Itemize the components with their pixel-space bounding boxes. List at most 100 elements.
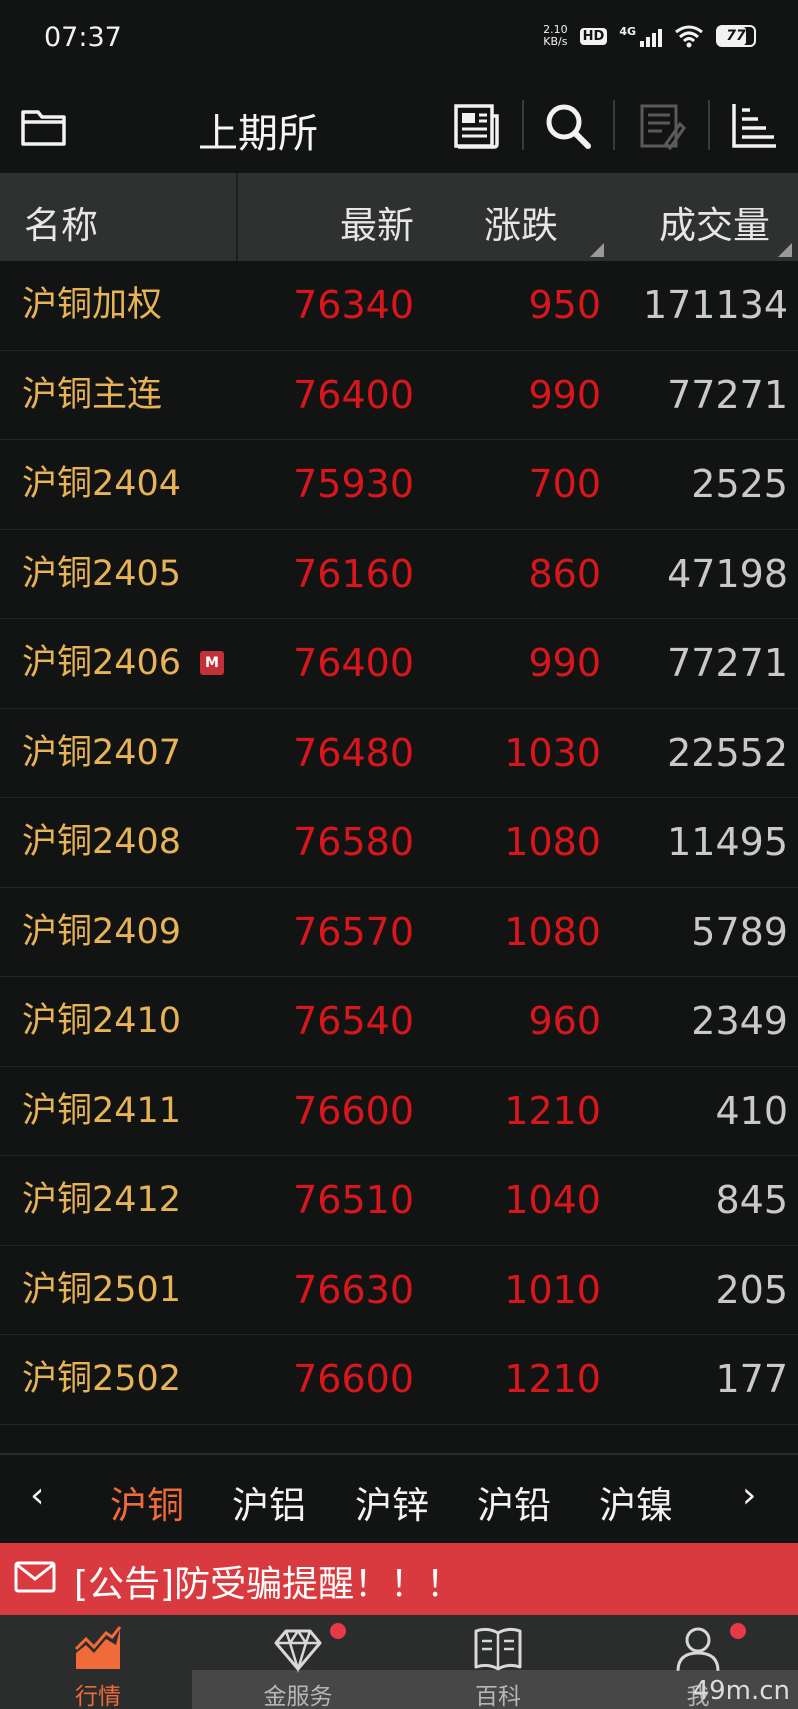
contract-name: 沪铜2502 xyxy=(22,1359,182,1399)
quote-row[interactable]: 沪铜2409 76570 1080 5789 xyxy=(0,887,798,977)
latest-price: 76480 xyxy=(293,730,414,775)
volume: 177 xyxy=(715,1357,788,1401)
column-header-volume[interactable]: 成交量 xyxy=(659,195,770,249)
price-change: 1210 xyxy=(504,1357,601,1401)
price-change: 1080 xyxy=(504,909,601,954)
contract-name: 沪铜2404 xyxy=(22,464,182,504)
commodity-tab-copper[interactable]: 沪铜 xyxy=(110,1475,184,1529)
search-icon[interactable] xyxy=(542,100,594,152)
contract-name: 沪铜2409 xyxy=(22,911,182,952)
quote-row[interactable]: 沪铜2404 75930 700 2525 xyxy=(0,440,798,530)
sort-list-icon[interactable] xyxy=(728,100,780,152)
status-indicators: 2.10 KB/s HD 4G 77 xyxy=(543,24,756,48)
latest-price: 75930 xyxy=(293,462,414,506)
user-icon xyxy=(676,1627,720,1672)
notification-dot xyxy=(330,1623,346,1639)
quote-list: 沪铜加权 76340 950 171134 沪铜主连 76400 990 772… xyxy=(0,261,798,1425)
quote-row[interactable]: 沪铜主连 76400 990 77271 xyxy=(0,350,798,440)
volume: 11495 xyxy=(667,820,788,864)
toolbar-divider xyxy=(522,100,524,150)
column-header-change[interactable]: 涨跌 xyxy=(484,195,558,249)
contract-name: 沪铜2406 xyxy=(22,643,182,683)
contract-name: 沪铜2411 xyxy=(22,1090,182,1131)
tab-market[interactable]: 行情 xyxy=(28,1623,168,1709)
quote-row[interactable]: 沪铜2502 76600 1210 177 xyxy=(0,1335,798,1425)
folder-icon[interactable] xyxy=(18,100,70,152)
price-change: 700 xyxy=(528,462,601,506)
column-header-latest[interactable]: 最新 xyxy=(340,195,414,249)
contract-name: 沪铜2405 xyxy=(22,553,182,594)
commodity-tab-nickel[interactable]: 沪镍 xyxy=(599,1475,673,1529)
quote-row[interactable]: 沪铜2410 76540 960 2349 xyxy=(0,977,798,1067)
price-change: 950 xyxy=(528,283,601,327)
net-speed-unit: KB/s xyxy=(543,35,568,48)
price-change: 1010 xyxy=(504,1267,601,1312)
chevron-left-icon[interactable]: ‹ xyxy=(30,1475,44,1516)
contract-name: 沪铜2407 xyxy=(22,732,182,773)
volume: 2349 xyxy=(691,999,788,1043)
battery-icon: 77 xyxy=(716,25,756,47)
volume: 845 xyxy=(715,1178,788,1222)
latest-price: 76340 xyxy=(293,283,414,327)
price-change: 1080 xyxy=(504,820,601,864)
latest-price: 76400 xyxy=(293,372,414,417)
toolbar-divider xyxy=(708,100,710,150)
commodity-tab-zinc[interactable]: 沪锌 xyxy=(355,1475,429,1529)
price-change: 1040 xyxy=(504,1178,601,1222)
commodity-tab-aluminum[interactable]: 沪铝 xyxy=(232,1475,306,1529)
market-chart-icon xyxy=(74,1626,122,1669)
price-change: 1030 xyxy=(504,730,601,775)
commodity-tab-lead[interactable]: 沪铅 xyxy=(477,1475,551,1529)
latest-price: 76540 xyxy=(293,999,414,1043)
volume: 171134 xyxy=(642,283,788,327)
volume: 47198 xyxy=(667,551,788,596)
volume: 77271 xyxy=(667,372,788,417)
sort-indicator-icon xyxy=(778,243,792,257)
volume: 77271 xyxy=(667,641,788,685)
news-icon[interactable] xyxy=(450,100,502,152)
notice-banner[interactable]: [公告]防受骗提醒！！！ xyxy=(0,1543,798,1615)
quote-row[interactable]: 沪铜2412 76510 1040 845 xyxy=(0,1156,798,1246)
contract-name: 沪铜2408 xyxy=(22,822,182,862)
edit-list-icon xyxy=(636,100,688,152)
latest-price: 76400 xyxy=(293,641,414,685)
chevron-right-icon[interactable]: › xyxy=(742,1475,756,1516)
quote-table-header: 名称 最新 涨跌 成交量 xyxy=(0,173,798,261)
net-speed: 2.10 KB/s xyxy=(543,24,568,48)
contract-name: 沪铜2412 xyxy=(22,1180,182,1220)
sort-indicator-icon xyxy=(590,243,604,257)
network-type: 4G xyxy=(619,25,636,38)
quote-row[interactable]: 沪铜2501 76630 1010 205 xyxy=(0,1245,798,1335)
volume: 22552 xyxy=(667,730,788,775)
status-bar: 07:37 2.10 KB/s HD 4G 77 xyxy=(0,0,798,78)
tab-label: 行情 xyxy=(75,1684,121,1709)
cellular-signal-icon: 4G xyxy=(619,25,662,47)
contract-name: 沪铜主连 xyxy=(22,374,163,415)
watermark: 49m.cn xyxy=(692,1676,790,1706)
column-header-name[interactable]: 名称 xyxy=(24,195,98,249)
toolbar-divider xyxy=(613,100,615,150)
volume: 2525 xyxy=(691,462,788,506)
hd-icon: HD xyxy=(579,27,608,45)
contract-name: 沪铜2410 xyxy=(22,1001,182,1041)
latest-price: 76510 xyxy=(293,1178,414,1222)
wifi-icon xyxy=(675,25,703,48)
battery-level: 77 xyxy=(726,28,746,44)
quote-row[interactable]: 沪铜2406 M 76400 990 77271 xyxy=(0,619,798,709)
latest-price: 76600 xyxy=(293,1357,414,1401)
page-title: 上期所 xyxy=(198,111,318,157)
quote-row[interactable]: 沪铜2407 76480 1030 22552 xyxy=(0,708,798,798)
main-contract-badge: M xyxy=(200,651,224,675)
notification-dot xyxy=(730,1623,746,1639)
contract-name: 沪铜2501 xyxy=(22,1269,182,1310)
latest-price: 76630 xyxy=(293,1267,414,1312)
book-icon xyxy=(474,1627,522,1671)
quote-row[interactable]: 沪铜加权 76340 950 171134 xyxy=(0,261,798,351)
mail-icon xyxy=(14,1561,56,1593)
quote-row[interactable]: 沪铜2405 76160 860 47198 xyxy=(0,529,798,619)
quote-row[interactable]: 沪铜2411 76600 1210 410 xyxy=(0,1066,798,1156)
price-change: 990 xyxy=(528,372,601,417)
contract-name: 沪铜加权 xyxy=(22,285,163,325)
quote-row[interactable]: 沪铜2408 76580 1080 11495 xyxy=(0,798,798,888)
price-change: 1210 xyxy=(504,1088,601,1133)
